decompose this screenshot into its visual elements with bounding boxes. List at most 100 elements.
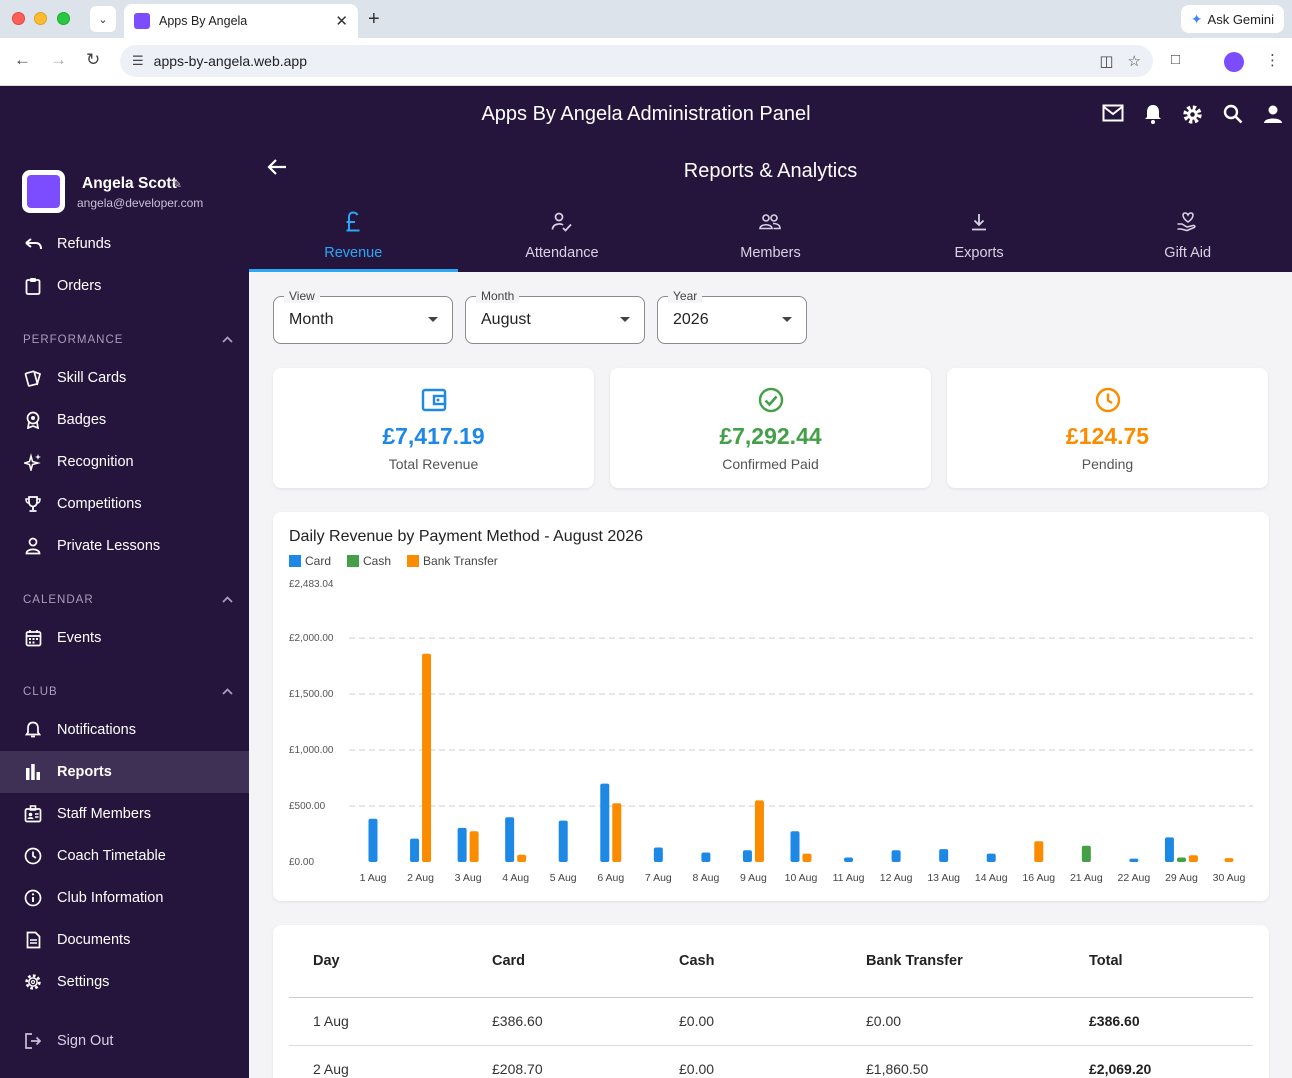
chevron-up-icon <box>222 594 233 606</box>
bar-card <box>891 850 901 862</box>
back-icon[interactable]: ← <box>14 50 31 70</box>
x-tick-label: 12 Aug <box>880 872 913 884</box>
calendar-icon <box>23 628 43 648</box>
sidebar-item-skill-cards[interactable]: Skill Cards <box>0 357 249 399</box>
bell-icon[interactable] <box>1144 104 1162 129</box>
bar-bank-transfer <box>802 853 812 862</box>
address-bar[interactable]: ☰ apps-by-angela.web.app ◫ ☆ <box>120 45 1153 77</box>
x-tick-label: 6 Aug <box>597 872 624 884</box>
avatar[interactable] <box>22 170 65 213</box>
table-cell-total: £2,069.20 <box>1065 1045 1253 1078</box>
mail-icon[interactable] <box>1102 104 1124 127</box>
sidebar-item-label: Badges <box>57 412 107 428</box>
site-info-icon[interactable]: ☰ <box>132 53 144 69</box>
id-badge-icon <box>23 804 43 824</box>
tab-search-button[interactable]: ⌄ <box>90 6 116 32</box>
column-header: Cash <box>655 925 842 998</box>
sidebar-item-events[interactable]: Events <box>0 617 249 659</box>
table-header-row: Day Card Cash Bank Transfer Total <box>289 925 1253 998</box>
stat-value: £124.75 <box>1065 423 1150 449</box>
bar-bank-transfer <box>1224 858 1234 862</box>
column-header: Card <box>468 925 655 998</box>
page-title: Reports & Analytics <box>683 160 858 182</box>
more-menu-icon[interactable]: ⋮ <box>1265 51 1280 69</box>
bar-card <box>653 847 663 862</box>
x-tick-label: 16 Aug <box>1022 872 1055 884</box>
revenue-table: Day Card Cash Bank Transfer Total 1 Aug … <box>289 925 1253 1078</box>
x-tick-label: 9 Aug <box>740 872 767 884</box>
legend-item-card[interactable]: Card <box>289 554 331 568</box>
y-tick-label: £2,000.00 <box>289 633 334 644</box>
sidebar-item-label: Competitions <box>57 496 142 512</box>
sidebar-item-notifications[interactable]: Notifications <box>0 709 249 751</box>
install-app-icon[interactable]: ◫ <box>1099 52 1113 70</box>
sign-out-button[interactable]: Sign Out <box>0 1020 249 1062</box>
account-icon[interactable] <box>1263 104 1283 129</box>
sidebar-item-badges[interactable]: Badges <box>0 399 249 441</box>
column-header: Total <box>1065 925 1253 998</box>
sidebar-item-staff-members[interactable]: Staff Members <box>0 793 249 835</box>
y-tick-label: £500.00 <box>289 801 326 812</box>
gear-icon <box>23 972 43 992</box>
sidebar-item-reports[interactable]: Reports <box>0 751 249 793</box>
sidebar-item-club-information[interactable]: Club Information <box>0 877 249 919</box>
table-cell: £386.60 <box>468 997 655 1046</box>
bar-card <box>505 817 515 862</box>
browser-tab[interactable]: Apps By Angela ✕ <box>124 4 358 38</box>
bell-icon <box>23 720 43 740</box>
extensions-icon[interactable]: □ <box>1171 51 1180 68</box>
year-select-value: 2026 <box>673 311 709 328</box>
sidebar-item-coach-timetable[interactable]: Coach Timetable <box>0 835 249 877</box>
sidebar-item-settings[interactable]: Settings <box>0 961 249 1003</box>
url-text[interactable]: apps-by-angela.web.app <box>154 53 1086 69</box>
profile-avatar[interactable] <box>1224 52 1244 72</box>
sign-out-label: Sign Out <box>57 1033 114 1049</box>
stat-label: Confirmed Paid <box>722 456 819 472</box>
close-icon[interactable]: ✕ <box>335 12 348 30</box>
sidebar-item-refunds[interactable]: Refunds <box>0 223 249 265</box>
window-close-button[interactable] <box>12 12 25 25</box>
stat-value: £7,417.19 <box>382 423 485 449</box>
bar-bank-transfer <box>754 800 764 862</box>
tab-revenue[interactable]: Revenue <box>249 205 458 272</box>
year-select[interactable]: Year 2026 <box>657 289 807 344</box>
table-cell: £0.00 <box>655 997 842 1046</box>
table-cell: 1 Aug <box>289 997 468 1046</box>
daily-revenue-chart-card: £0.00 £500.00 £1,000.00 £1,500.00 £2,000.00 £… <box>273 512 1269 901</box>
chevron-up-icon <box>222 334 233 346</box>
reload-icon[interactable]: ↻ <box>86 50 100 70</box>
section-header-club[interactable]: CLUB <box>23 686 233 698</box>
legend-item-bank-transfer[interactable]: Bank Transfer <box>407 554 498 568</box>
month-select[interactable]: Month August <box>465 289 645 344</box>
sidebar-item-recognition[interactable]: Recognition <box>0 441 249 483</box>
new-tab-button[interactable]: + <box>368 8 380 31</box>
sidebar-item-competitions[interactable]: Competitions <box>0 483 249 525</box>
section-header-calendar[interactable]: CALENDAR <box>23 594 233 606</box>
legend-label: Cash <box>363 554 392 568</box>
edit-profile-icon[interactable]: ✎ <box>172 177 182 191</box>
tab-exports[interactable]: Exports <box>875 205 1084 272</box>
ask-gemini-button[interactable]: ✦ Ask Gemini <box>1180 5 1284 33</box>
sidebar-item-private-lessons[interactable]: Private Lessons <box>0 525 249 567</box>
cards-icon <box>23 368 43 388</box>
bookmark-star-icon[interactable]: ☆ <box>1128 52 1141 70</box>
sidebar: Angela Scott ✎ angela@developer.com Refu… <box>0 144 249 1078</box>
tab-gift-aid[interactable]: Gift Aid <box>1083 205 1292 272</box>
window-minimize-button[interactable] <box>34 12 47 25</box>
logout-icon <box>23 1031 43 1051</box>
window-maximize-button[interactable] <box>57 12 70 25</box>
gear-icon[interactable] <box>1182 104 1203 130</box>
tab-members[interactable]: Members <box>666 205 875 272</box>
chevron-up-icon <box>222 686 233 698</box>
search-icon[interactable] <box>1223 104 1243 129</box>
tab-attendance[interactable]: Attendance <box>458 205 667 272</box>
legend-swatch <box>289 555 301 567</box>
forward-icon[interactable]: → <box>50 50 67 70</box>
browser-toolbar: ← → ↻ ☰ apps-by-angela.web.app ◫ ☆ □ ⋮ <box>0 38 1292 86</box>
undo-icon <box>23 234 43 254</box>
view-select[interactable]: View Month <box>273 289 453 344</box>
sidebar-item-documents[interactable]: Documents <box>0 919 249 961</box>
section-header-performance[interactable]: PERFORMANCE <box>23 334 233 346</box>
legend-item-cash[interactable]: Cash <box>347 554 391 568</box>
sidebar-item-orders[interactable]: Orders <box>0 265 249 307</box>
